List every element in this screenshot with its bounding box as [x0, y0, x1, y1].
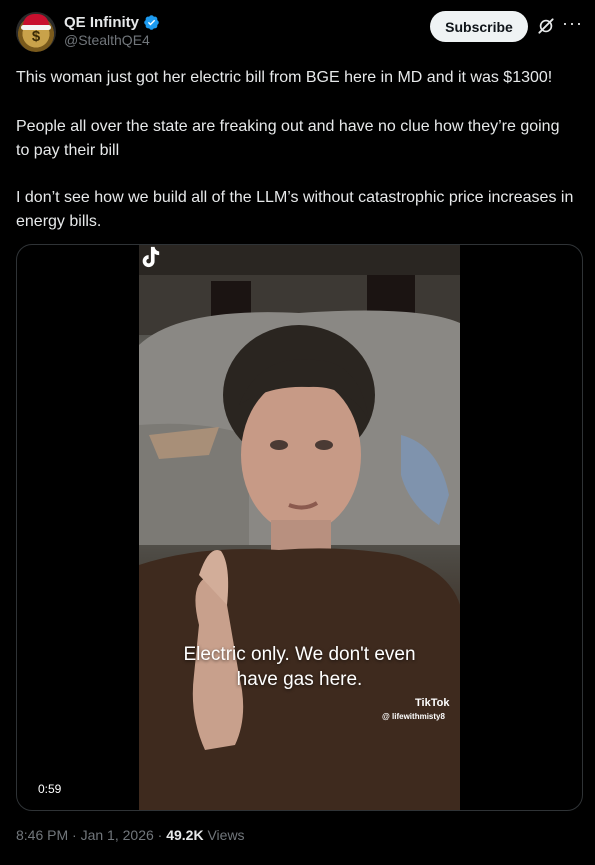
video-caption-line: Electric only. We don't even	[183, 644, 416, 665]
tweet-time[interactable]: 8:46 PM	[16, 827, 68, 843]
subscribe-button[interactable]: Subscribe	[430, 11, 528, 42]
video-player[interactable]: Electric only. We don't even have gas he…	[16, 244, 583, 811]
tiktok-watermark: TikTok	[415, 697, 450, 709]
santa-hat-icon	[21, 14, 51, 30]
tiktok-username: @ lifewithmisty8	[382, 712, 445, 721]
grok-icon[interactable]	[536, 16, 556, 36]
tweet-date[interactable]: Jan 1, 2026	[81, 827, 154, 843]
tweet-paragraph: People all over the state are freaking o…	[16, 118, 560, 159]
video-scene-illustration	[139, 245, 460, 810]
video-duration: 0:59	[32, 779, 68, 799]
views-count: 49.2K	[166, 827, 204, 843]
author-name[interactable]: QE Infinity	[64, 14, 139, 31]
tweet-paragraph: This woman just got her electric bill fr…	[16, 69, 553, 86]
meta-separator: ·	[153, 827, 167, 843]
tiktok-logo-icon	[142, 246, 160, 268]
author-handle[interactable]: @StealthQE4	[64, 32, 150, 48]
tweet-paragraph: I don’t see how we build all of the LLM’…	[16, 189, 574, 230]
tweet-header: $ QE Infinity @StealthQE4 Subscribe ···	[0, 0, 595, 60]
author-name-line: QE Infinity	[64, 12, 160, 32]
meta-separator: ·	[68, 827, 81, 843]
avatar-dollar-glyph: $	[31, 28, 41, 45]
tweet-meta: 8:46 PM · Jan 1, 2026 · 49.2K Views	[16, 827, 245, 843]
author-avatar[interactable]: $	[16, 12, 56, 52]
video-frame[interactable]: Electric only. We don't even have gas he…	[139, 245, 460, 810]
verified-badge-icon	[144, 14, 159, 30]
more-icon[interactable]: ···	[562, 13, 582, 33]
views-label: Views	[203, 827, 245, 843]
video-caption-line: have gas here.	[236, 669, 363, 690]
